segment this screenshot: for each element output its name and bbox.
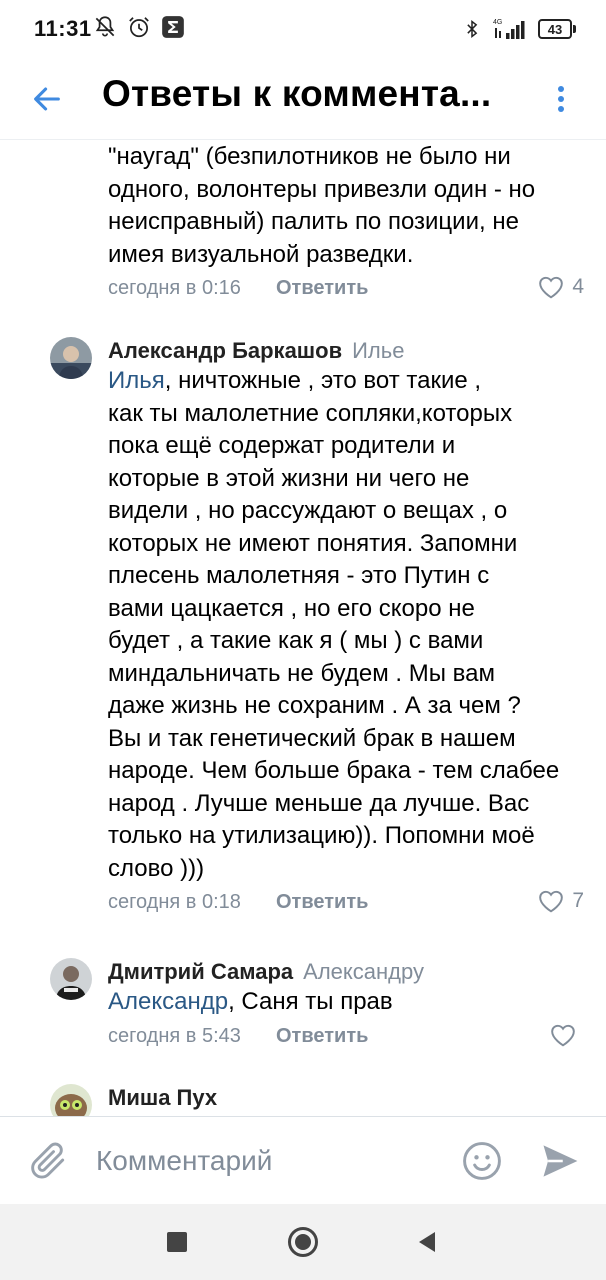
- comment-text-line: которых не имеют понятия. Запомни: [108, 529, 518, 557]
- avatar-photo: [50, 958, 92, 1000]
- like-button[interactable]: 7: [538, 889, 584, 913]
- comment-text-line: имея визуальной разведки.: [108, 240, 414, 268]
- back-triangle-icon: [419, 1232, 435, 1252]
- comment-text: "наугад" (безпилотников не было ни одног…: [108, 141, 584, 271]
- emoji-button[interactable]: [460, 1139, 504, 1183]
- comment-text-line: даже жизнь не сохраним . А за чем ?: [108, 692, 521, 719]
- comment-header: Миша Пух: [108, 1084, 584, 1112]
- comment-body: Дмитрий Самара Александру Александр, Саня…: [108, 958, 584, 1053]
- comment-text-line: плесень малолетняя - это Путин с: [108, 562, 490, 589]
- back-button[interactable]: [22, 74, 72, 124]
- comment-body: "наугад" (безпилотников не было ни одног…: [108, 141, 584, 305]
- comment-author[interactable]: Александр Баркашов: [108, 338, 342, 363]
- comment-meta: сегодня в 0:18 Ответить 7: [108, 889, 584, 919]
- system-nav-bar: [0, 1204, 606, 1280]
- smile-icon: [463, 1142, 501, 1180]
- heart-icon: [539, 276, 564, 299]
- paperclip-icon: [31, 1142, 65, 1179]
- reply-to[interactable]: Александру: [303, 959, 424, 984]
- comment-text-first: , Саня ты прав: [228, 988, 393, 1015]
- battery-tip: [573, 25, 576, 33]
- send-icon: [543, 1145, 578, 1177]
- comment-header: Александр Баркашов Илье: [108, 337, 584, 365]
- comment-text: Илья, ничтожные , это вот такие , как ты…: [108, 365, 584, 885]
- comment-text-line: пока ещё содержат родители и: [108, 432, 456, 459]
- comment-text-line: "наугад" (безпилотников не было ни: [108, 143, 511, 170]
- comment-text-line: одного, волонтеры привезли один - но: [108, 175, 536, 203]
- no-notifications-icon: [95, 16, 115, 37]
- comment-author[interactable]: Миша Пух: [108, 1085, 217, 1110]
- comment-date: сегодня в 5:43: [108, 1024, 241, 1047]
- app-header: Ответы к коммента...: [0, 60, 606, 140]
- signal-4g-icon: 4G: [493, 19, 525, 39]
- sigma-app-icon: [162, 16, 184, 38]
- comment-text-first: , ничтожные , это вот такие ,: [164, 367, 482, 394]
- like-count: 7: [572, 889, 584, 912]
- comment-text-line: как ты малолетние сопляки,которых: [108, 399, 513, 427]
- comment-text-line: Вы и так генетический брак в нашем: [108, 724, 516, 752]
- battery-indicator: 43: [538, 19, 576, 39]
- comment-text-line: только на утилизацию)). Попомни моё: [108, 822, 535, 849]
- comment-author[interactable]: Дмитрий Самара: [108, 959, 293, 984]
- comment-text-line: народе. Чем больше брака - тем слабее: [108, 757, 560, 784]
- network-type: 4G: [493, 19, 502, 26]
- comment-text-line: вами цацкается , но его скоро не: [108, 594, 475, 622]
- comment-text-line: народ . Лучше меньше да лучше. Вас: [108, 789, 530, 817]
- comment-text-line: Илья, ничтожные , это вот такие ,: [108, 365, 584, 398]
- mention-link[interactable]: Александр: [108, 988, 228, 1015]
- reply-button[interactable]: Ответить: [276, 891, 368, 914]
- avatar[interactable]: [50, 1084, 92, 1116]
- status-time: 11:31: [34, 16, 92, 41]
- mention-link[interactable]: Илья: [108, 367, 165, 394]
- like-count: 4: [572, 275, 584, 298]
- comment-meta: сегодня в 5:43 Ответить: [108, 1023, 584, 1053]
- recents-button[interactable]: [157, 1222, 197, 1262]
- comments-list[interactable]: "наугад" (безпилотников не было ни одног…: [0, 141, 606, 1116]
- heart-icon: [551, 1024, 575, 1046]
- heart-icon: [539, 890, 564, 913]
- comment-text-line: слово ))): [108, 854, 205, 882]
- avatar[interactable]: [50, 958, 92, 1000]
- avatar[interactable]: [50, 337, 92, 379]
- comment-text: Александр, Саня ты прав: [108, 986, 584, 1019]
- comment-meta: сегодня в 0:16 Ответить 4: [108, 275, 584, 305]
- reply-button[interactable]: Ответить: [276, 1025, 368, 1048]
- recents-square-icon: [167, 1232, 187, 1252]
- comment-date: сегодня в 0:18: [108, 891, 241, 913]
- back-nav-button[interactable]: [407, 1222, 447, 1262]
- battery-level: 43: [538, 19, 572, 39]
- comment-text-line: неисправный) палить по позиции, не: [108, 208, 519, 235]
- status-bar: 11:31 4G 43: [0, 0, 606, 60]
- comment-text-line: миндальничать не будем . Мы вам: [108, 659, 495, 687]
- more-vertical-icon: [558, 86, 564, 112]
- like-button[interactable]: 4: [538, 275, 584, 299]
- bluetooth-icon: [467, 19, 478, 39]
- comment-date: сегодня в 0:16: [108, 277, 241, 299]
- send-button[interactable]: [538, 1139, 582, 1183]
- avatar-photo: [50, 337, 92, 379]
- avatar-photo: [50, 1084, 92, 1116]
- comment-body: Миша Пух: [108, 1084, 584, 1112]
- home-circle-icon: [288, 1227, 318, 1257]
- like-button[interactable]: [550, 1023, 584, 1047]
- reply-to[interactable]: Илье: [352, 338, 404, 363]
- comment-input[interactable]: [96, 1139, 426, 1183]
- status-icons-left: [92, 14, 186, 40]
- arrow-left-icon: [34, 87, 60, 111]
- home-button[interactable]: [283, 1222, 323, 1262]
- reply-button[interactable]: Ответить: [276, 277, 368, 300]
- comment-text-line: которые в этой жизни ни чего не: [108, 464, 470, 492]
- status-icons-right: 4G 43: [462, 16, 576, 42]
- comment-header: Дмитрий Самара Александру: [108, 958, 584, 986]
- attach-button[interactable]: [26, 1139, 70, 1183]
- comment-text-line: Александр, Саня ты прав: [108, 986, 584, 1019]
- comment-body: Александр Баркашов Илье Илья, ничтожные ,…: [108, 337, 584, 919]
- alarm-icon: [129, 17, 149, 38]
- comment-composer: [0, 1116, 606, 1204]
- page-title: Ответы к коммента...: [102, 73, 492, 114]
- comment-text-line: видели , но рассуждают о вещах , о: [108, 497, 508, 524]
- more-options-button[interactable]: [536, 74, 586, 124]
- comment-text-line: будет , а такие как я ( мы ) с вами: [108, 627, 484, 654]
